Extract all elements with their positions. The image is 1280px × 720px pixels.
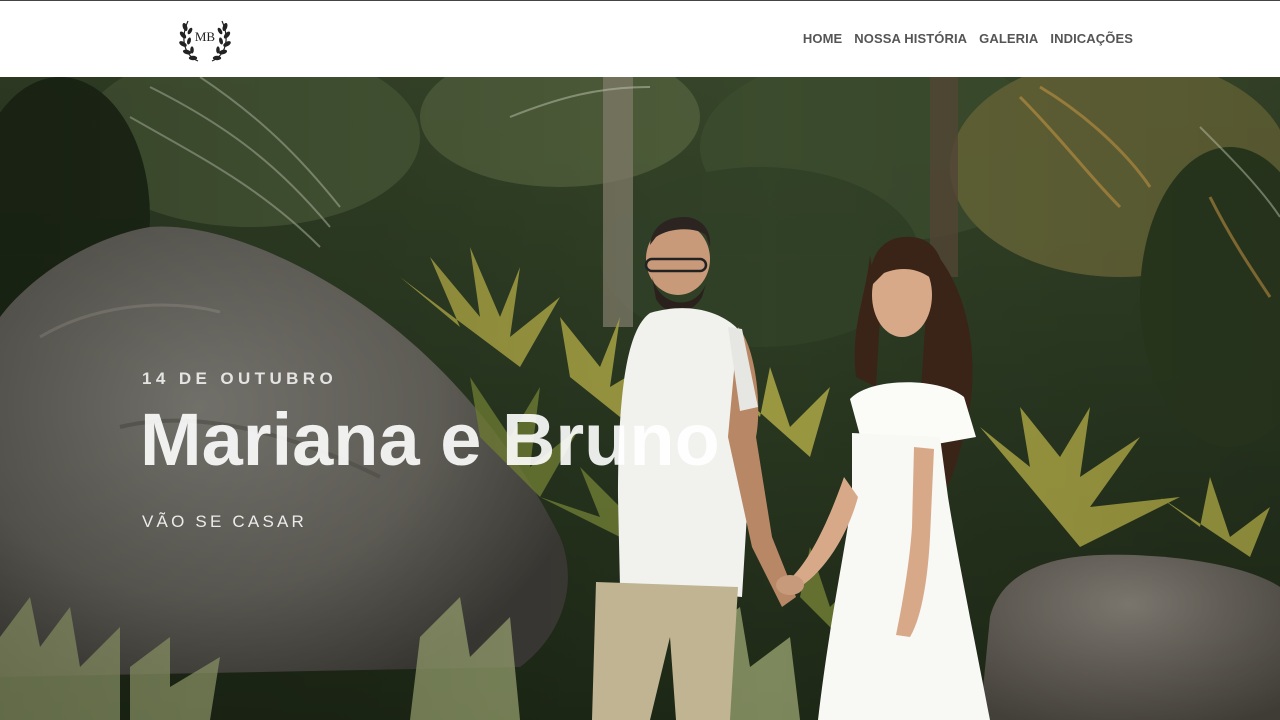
logo-monogram-text: MB (195, 29, 216, 44)
nav-indicacoes[interactable]: INDICAÇÕES (1050, 31, 1133, 47)
wedding-date: 14 DE OUTUBRO (142, 369, 338, 388)
main-nav: HOME NOSSA HISTÓRIA GALERIA INDICAÇÕES (803, 31, 1133, 47)
monogram-laurel-wreath-icon[interactable]: MB (176, 13, 234, 65)
nav-nossa-historia[interactable]: NOSSA HISTÓRIA (854, 31, 967, 47)
nav-home[interactable]: HOME (803, 31, 842, 47)
site-header: MB HOME NOSSA HISTÓRIA GALERIA INDICAÇÕE… (0, 0, 1280, 77)
nav-galeria[interactable]: GALERIA (979, 31, 1038, 47)
hero-subtitle: VÃO SE CASAR (142, 512, 307, 531)
couple-names-title: Mariana e Bruno (140, 398, 720, 481)
hero-section: 14 DE OUTUBRO Mariana e Bruno VÃO SE CAS… (0, 77, 1280, 720)
